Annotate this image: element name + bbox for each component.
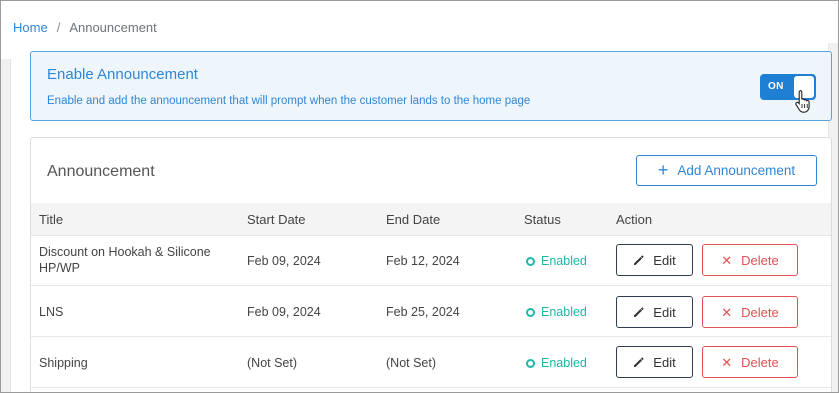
delete-label: Delete bbox=[741, 354, 779, 370]
row-status-label: Enabled bbox=[541, 305, 587, 319]
announcement-list-card: Announcement + Add Announcement Title St… bbox=[30, 137, 832, 392]
status-dot-icon bbox=[526, 358, 535, 368]
row-status-label: Enabled bbox=[541, 254, 587, 268]
edit-button[interactable]: Edit bbox=[616, 346, 693, 378]
table-row: Discount on Hookah & Silicone HP/WP Feb … bbox=[31, 236, 831, 286]
add-announcement-button[interactable]: + Add Announcement bbox=[636, 155, 817, 186]
enable-announcement-title: Enable Announcement bbox=[47, 66, 198, 83]
delete-button[interactable]: ✕ Delete bbox=[702, 296, 798, 328]
edit-label: Edit bbox=[653, 354, 676, 370]
status-dot-icon bbox=[526, 307, 535, 317]
edit-button[interactable]: Edit bbox=[616, 296, 693, 328]
breadcrumb-current: Announcement bbox=[69, 20, 157, 35]
add-announcement-label: Add Announcement bbox=[677, 163, 796, 178]
hand-cursor-icon bbox=[795, 89, 810, 113]
breadcrumb-home-link[interactable]: Home bbox=[13, 20, 48, 35]
app-frame: Home / Announcement Enable Announcement … bbox=[0, 0, 839, 393]
toggle-on-label: ON bbox=[768, 81, 784, 92]
delete-button[interactable]: ✕ Delete bbox=[702, 244, 798, 276]
pencil-icon bbox=[634, 255, 644, 265]
edit-button[interactable]: Edit bbox=[616, 244, 693, 276]
announcement-list-title: Announcement bbox=[47, 163, 155, 180]
column-header-start-date: Start Date bbox=[247, 212, 306, 227]
row-end-date: Feb 25, 2024 bbox=[386, 305, 460, 319]
close-icon: ✕ bbox=[721, 354, 733, 370]
pencil-icon bbox=[634, 357, 644, 367]
column-header-end-date: End Date bbox=[386, 212, 441, 227]
left-sidebar-edge bbox=[1, 59, 11, 392]
delete-label: Delete bbox=[741, 304, 779, 320]
row-start-date: (Not Set) bbox=[247, 356, 298, 370]
row-end-date: (Not Set) bbox=[386, 356, 437, 370]
row-end-date: Feb 12, 2024 bbox=[386, 254, 460, 268]
table-row: LNS Feb 09, 2024 Feb 25, 2024 Enabled Ed… bbox=[31, 287, 831, 337]
column-header-action: Action bbox=[616, 212, 653, 227]
row-title-line1: Discount on Hookah & Silicone bbox=[39, 245, 211, 259]
row-status-label: Enabled bbox=[541, 356, 587, 370]
table-header: Title Start Date End Date Status Action bbox=[31, 203, 831, 236]
delete-label: Delete bbox=[741, 252, 779, 268]
edit-label: Edit bbox=[653, 304, 676, 320]
row-start-date: Feb 09, 2024 bbox=[247, 305, 321, 319]
row-status: Enabled bbox=[526, 254, 587, 268]
pencil-icon bbox=[634, 307, 644, 317]
row-status: Enabled bbox=[526, 356, 587, 370]
close-icon: ✕ bbox=[721, 304, 733, 320]
row-title-line1: LNS bbox=[39, 305, 64, 319]
edit-label: Edit bbox=[653, 252, 676, 268]
enable-announcement-description: Enable and add the announcement that wil… bbox=[47, 95, 531, 107]
table-row: Shipping (Not Set) (Not Set) Enabled Edi… bbox=[31, 338, 831, 388]
delete-button[interactable]: ✕ Delete bbox=[702, 346, 798, 378]
row-title-line2: HP/WP bbox=[39, 261, 80, 275]
row-status: Enabled bbox=[526, 305, 587, 319]
breadcrumb-separator: / bbox=[56, 20, 61, 35]
close-icon: ✕ bbox=[721, 252, 733, 268]
column-header-status: Status bbox=[524, 212, 561, 227]
row-title-line1: Shipping bbox=[39, 356, 88, 370]
column-header-title: Title bbox=[39, 212, 64, 227]
breadcrumb: Home / Announcement bbox=[13, 20, 157, 35]
status-dot-icon bbox=[526, 256, 535, 266]
row-start-date: Feb 09, 2024 bbox=[247, 254, 321, 268]
enable-announcement-panel: Enable Announcement Enable and add the a… bbox=[30, 51, 832, 121]
plus-icon: + bbox=[657, 159, 669, 180]
